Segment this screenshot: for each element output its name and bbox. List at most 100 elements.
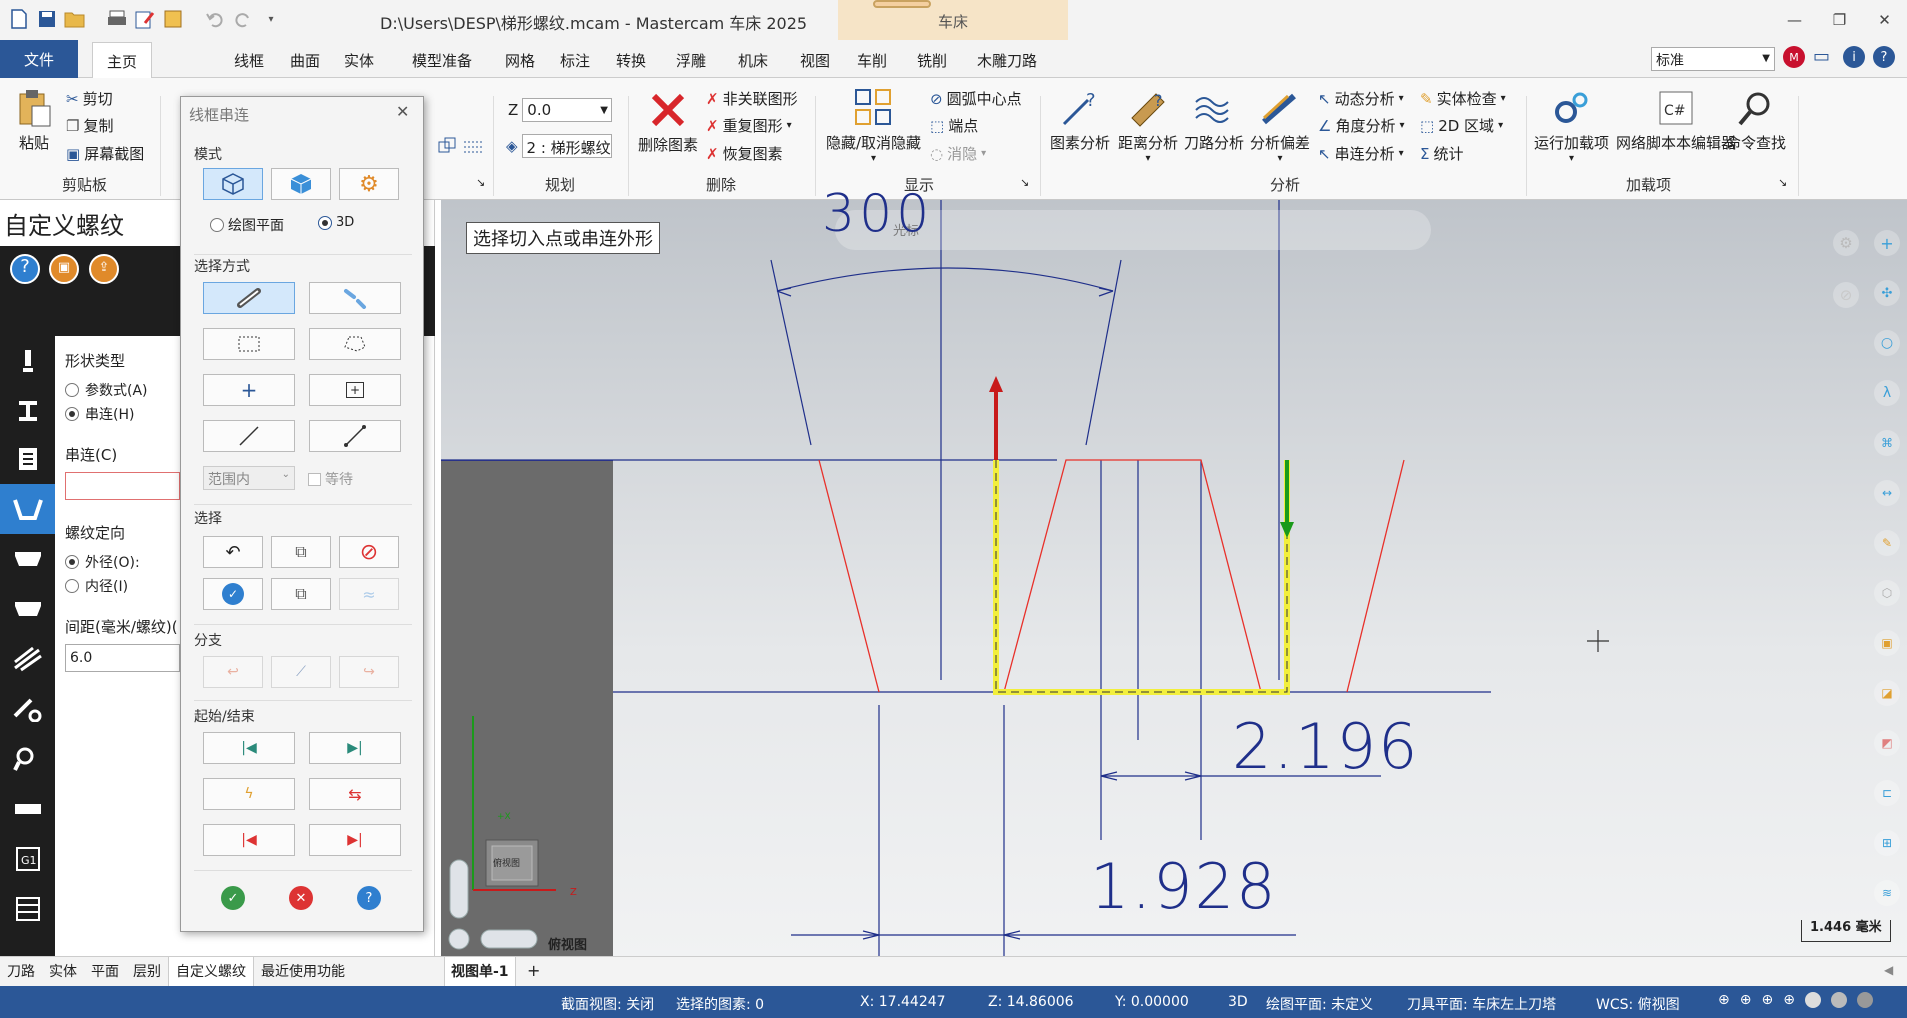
tab-4[interactable]: 模型准备	[412, 50, 472, 71]
lathe-icon[interactable]: ⊏	[1874, 780, 1900, 806]
branch-wait-button[interactable]: ⟋	[271, 656, 331, 688]
window-select-button[interactable]	[203, 328, 295, 360]
new-file-icon[interactable]	[6, 6, 32, 32]
dup-entities-button[interactable]: ✗ 重复图形 ▾	[706, 115, 792, 136]
graphics-viewport[interactable]	[441, 200, 1907, 956]
inspect-icon[interactable]	[0, 734, 55, 784]
no-entry-icon[interactable]: ⊘	[1833, 282, 1859, 308]
stats-button[interactable]: Σ 统计	[1420, 143, 1464, 164]
mastercam-logo-icon[interactable]: M	[1783, 46, 1805, 68]
endpoints-button[interactable]: ⬚ 端点	[930, 115, 978, 136]
manager-tab-0[interactable]: 刀路	[0, 957, 42, 987]
shape-param-radio[interactable]: 参数式(A)	[65, 380, 148, 400]
cube-face-label[interactable]: 俯视图	[493, 856, 520, 869]
grid-tool-icon[interactable]	[462, 136, 484, 158]
undo-icon[interactable]	[202, 6, 228, 32]
view-mode-select[interactable]: 标准 ▼	[1651, 47, 1775, 71]
tab-11[interactable]: 车削	[857, 50, 887, 71]
xform-icon[interactable]: ◩	[1874, 730, 1900, 756]
run-addin-button[interactable]: 运行加载项 ▾	[1534, 88, 1609, 164]
hide-unhide-button[interactable]: 隐藏/取消隐藏 ▾	[826, 88, 921, 164]
dimension-icon[interactable]: ↔	[1874, 480, 1900, 506]
info-icon[interactable]: i	[1843, 46, 1865, 68]
solid-icon[interactable]: ⬡	[1874, 580, 1900, 606]
thread-cut-icon[interactable]	[0, 584, 55, 634]
dialog-close-icon[interactable]: ✕	[396, 102, 409, 121]
close-icon[interactable]: ✕	[1862, 0, 1907, 40]
table-icon[interactable]	[0, 884, 55, 934]
delete-entities-button[interactable]: 删除图素	[638, 90, 698, 155]
box-icon[interactable]: ▣	[1874, 630, 1900, 656]
toolpath-analysis-button[interactable]: 刀路分析	[1184, 88, 1244, 153]
mode-settings-button[interactable]: ⚙	[339, 168, 399, 200]
dialog-help-button[interactable]: ?	[339, 882, 399, 914]
orient-id-radio[interactable]: 内径(I)	[65, 576, 128, 596]
properties-icon[interactable]	[160, 6, 186, 32]
wcs-status[interactable]: WCS: 俯视图	[1596, 994, 1680, 1014]
chain-input[interactable]	[65, 472, 180, 500]
manager-tab-1[interactable]: 实体	[42, 957, 84, 987]
tool-hint-icon[interactable]: ✎	[1874, 530, 1900, 556]
tab-8[interactable]: 浮雕	[676, 50, 706, 71]
section-view-status[interactable]: 截面视图: 关闭	[561, 994, 654, 1014]
reverse-button[interactable]: ⇆	[309, 778, 401, 810]
transform-icon[interactable]: ◪	[1874, 680, 1900, 706]
g1-code-icon[interactable]: G1	[0, 834, 55, 884]
tab-5[interactable]: 网格	[505, 50, 535, 71]
partial-chain-button[interactable]	[309, 282, 401, 314]
mode-wireframe-button[interactable]	[203, 168, 263, 200]
shaded-sphere-icon[interactable]	[1804, 992, 1821, 1008]
snap-icon[interactable]: ✣	[1874, 280, 1900, 306]
wireframe-icon[interactable]: ⊞	[1874, 830, 1900, 856]
end-back-button[interactable]: |◀	[203, 824, 295, 856]
wait-checkbox[interactable]: 等待	[308, 469, 353, 489]
end-forward-button[interactable]: ▶|	[309, 824, 401, 856]
cplane-status[interactable]: 绘图平面: 未定义	[1266, 994, 1373, 1014]
chain-options-button[interactable]: ⧉	[271, 578, 331, 610]
settings-gear-icon[interactable]: ⚙	[1833, 230, 1859, 256]
export-button[interactable]: ⇪	[89, 254, 119, 284]
radio-3d[interactable]: 3D	[318, 215, 354, 230]
solid-check-button[interactable]: ✎ 实体检查 ▾	[1420, 88, 1506, 109]
save-params-button[interactable]: ▣	[49, 254, 79, 284]
vector-select-button[interactable]	[203, 420, 295, 452]
area-2d-button[interactable]: ⬚ 2D 区域 ▾	[1420, 115, 1503, 136]
tab-7[interactable]: 转换	[616, 50, 646, 71]
pitch-input[interactable]: 6.0	[65, 644, 180, 672]
manager-tab-3[interactable]: 层别	[126, 957, 168, 987]
dynamic-start-button[interactable]: ϟ	[203, 778, 295, 810]
file-tab[interactable]: 文件	[0, 40, 78, 78]
cancel-button[interactable]: ✕	[271, 882, 331, 914]
tab-10[interactable]: 视图	[800, 50, 830, 71]
solid-sphere-icon[interactable]	[1830, 992, 1847, 1008]
mode-solid-button[interactable]	[271, 168, 331, 200]
rotate-tool-icon[interactable]	[437, 136, 459, 158]
start-back-button[interactable]: |◀	[203, 732, 295, 764]
tplane-status[interactable]: 刀具平面: 车床左上刀塔	[1407, 994, 1556, 1014]
vector-arrow-button[interactable]	[309, 420, 401, 452]
ok-button[interactable]: ✓	[203, 882, 263, 914]
reselect-button[interactable]: ↶	[203, 536, 263, 568]
manager-tab-5[interactable]: 最近使用功能	[254, 957, 352, 987]
entity-analysis-button[interactable]: ? 图素分析	[1050, 88, 1110, 153]
add-icon[interactable]: +	[1874, 230, 1900, 256]
chain-analysis-button[interactable]: ↖ 串连分析 ▾	[1318, 143, 1404, 164]
blank-button[interactable]: ◌ 消隐 ▾	[930, 143, 986, 164]
tab-3[interactable]: 实体	[344, 50, 374, 71]
tab-scroll-left-icon[interactable]: ◀	[1884, 963, 1893, 977]
range-select-dropdown[interactable]: 范围内 ⌄	[203, 466, 295, 490]
edges-globe-icon[interactable]: ⊕	[1783, 992, 1795, 1008]
save-icon[interactable]	[34, 6, 60, 32]
start-forward-button[interactable]: ▶|	[309, 732, 401, 764]
selected-count-status[interactable]: 选择的图素: 0	[676, 994, 764, 1014]
clear-selection-button[interactable]: ⊘	[339, 536, 399, 568]
screenshot-button[interactable]: ▣ 屏幕截图	[66, 143, 144, 164]
surface-icon[interactable]: ⌘	[1874, 430, 1900, 456]
orient-od-radio[interactable]: 外径(O):	[65, 552, 140, 572]
minimize-icon[interactable]: —	[1772, 0, 1817, 40]
lambda-icon[interactable]: λ	[1874, 380, 1900, 406]
z-depth-field[interactable]: Z 0.0 ▼	[508, 98, 613, 122]
tab-0[interactable]: 主页	[92, 42, 153, 79]
restore-button[interactable]: ✗ 恢复图素	[706, 143, 783, 164]
thread-shape-icon[interactable]	[0, 484, 55, 534]
